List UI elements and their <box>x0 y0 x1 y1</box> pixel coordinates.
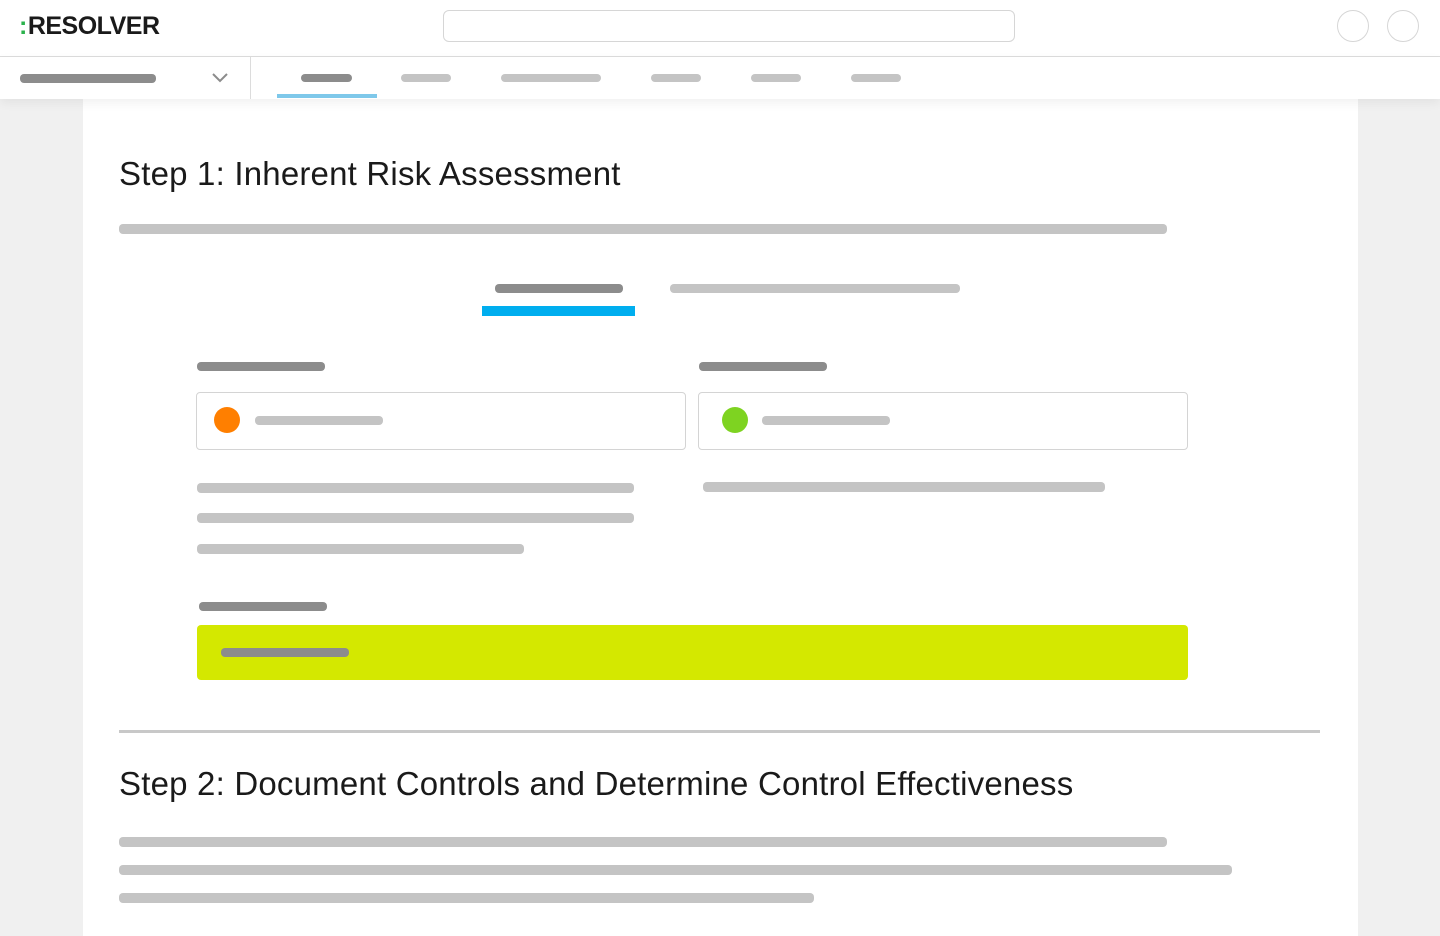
impact-description-line-2 <box>197 513 634 523</box>
step1-description-placeholder <box>119 224 1167 234</box>
step2-description-line-1 <box>119 837 1167 847</box>
step2-description-line-2 <box>119 865 1232 875</box>
subtab-inactive-label[interactable] <box>670 284 960 293</box>
user-avatar-button[interactable] <box>1387 10 1419 42</box>
inherent-score-value-placeholder <box>221 648 349 657</box>
inherent-score-label <box>199 602 327 611</box>
top-header: :RESOLVER <box>0 0 1440 57</box>
impact-description-line-3 <box>197 544 524 554</box>
app-selector-label-placeholder <box>20 74 156 83</box>
nav-tab-3[interactable] <box>501 74 601 82</box>
help-button[interactable] <box>1337 10 1369 42</box>
step2-description-line-3 <box>119 893 814 903</box>
chevron-down-icon[interactable] <box>211 70 229 84</box>
nav-tab-1[interactable] <box>301 74 352 82</box>
impact-select[interactable] <box>196 392 686 450</box>
step1-title: Step 1: Inherent Risk Assessment <box>119 155 621 192</box>
logo-colon: : <box>19 12 27 40</box>
likelihood-select[interactable] <box>698 392 1188 450</box>
logo-text: RESOLVER <box>27 12 160 40</box>
green-rating-dot-icon <box>722 407 748 433</box>
likelihood-value-placeholder <box>762 416 890 425</box>
nav-tab-4[interactable] <box>651 74 701 82</box>
inherent-score-bar <box>197 625 1188 680</box>
subtab-active-label[interactable] <box>495 284 623 293</box>
nav-tab-6[interactable] <box>851 74 901 82</box>
impact-value-placeholder <box>255 416 383 425</box>
global-search-input[interactable] <box>443 10 1015 42</box>
nav-tab-5[interactable] <box>751 74 801 82</box>
app-nav-bar <box>0 57 1440 99</box>
nav-active-tab-indicator <box>277 94 377 98</box>
resolver-logo[interactable]: :RESOLVER <box>19 12 160 41</box>
nav-tab-2[interactable] <box>401 74 451 82</box>
likelihood-description-line-1 <box>703 482 1105 492</box>
impact-field-label <box>197 362 325 371</box>
step2-title: Step 2: Document Controls and Determine … <box>119 765 1074 802</box>
orange-rating-dot-icon <box>214 407 240 433</box>
app-selector-dropdown[interactable] <box>0 57 251 99</box>
subtab-active-indicator <box>482 306 635 316</box>
impact-description-line-1 <box>197 483 634 493</box>
likelihood-field-label <box>699 362 827 371</box>
section-divider <box>119 730 1320 733</box>
